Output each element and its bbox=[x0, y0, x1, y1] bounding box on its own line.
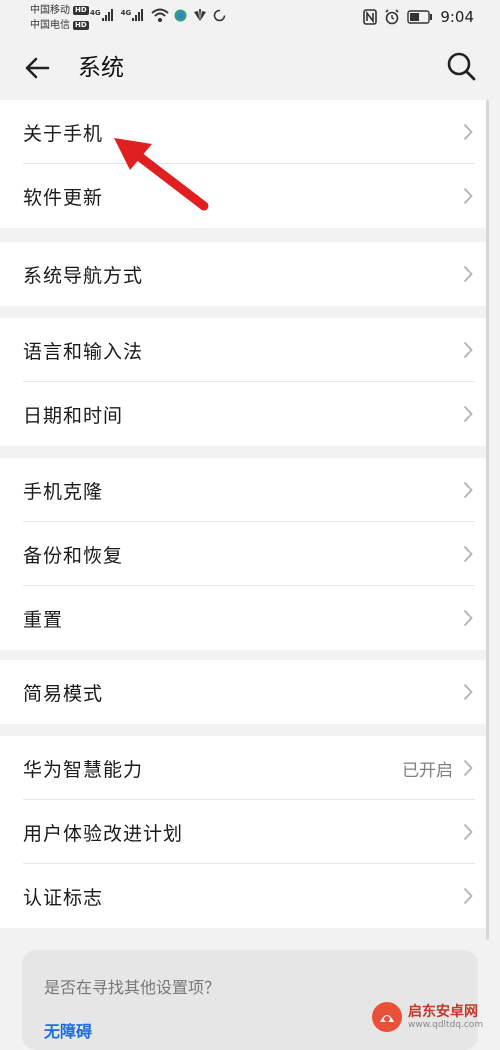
chevron-right-icon bbox=[463, 341, 473, 359]
status-right: 9:04 bbox=[363, 8, 474, 26]
settings-item-label: 华为智慧能力 bbox=[23, 758, 144, 781]
settings-item-label: 日期和时间 bbox=[23, 404, 124, 427]
settings-item[interactable]: 手机克隆 bbox=[0, 458, 487, 522]
status-bar: 中国移动 HD 中国电信 HD 4G 4G 9:04 bbox=[0, 0, 500, 36]
settings-item-value: 已开启 bbox=[402, 760, 453, 781]
chevron-right-icon bbox=[463, 123, 473, 141]
settings-item[interactable]: 备份和恢复 bbox=[0, 522, 487, 586]
chevron-right-icon bbox=[463, 887, 473, 905]
settings-item-label: 语言和输入法 bbox=[23, 340, 144, 363]
settings-item-label: 系统导航方式 bbox=[23, 264, 144, 287]
accessibility-link[interactable]: 无障碍 bbox=[44, 1018, 92, 1042]
sync-icon bbox=[214, 9, 226, 21]
back-arrow-icon[interactable] bbox=[20, 50, 56, 86]
battery-icon bbox=[407, 10, 433, 24]
settings-item-label: 关于手机 bbox=[23, 122, 104, 145]
watermark-url: www.qdltdq.com bbox=[408, 1020, 484, 1030]
annotation-arrow-icon bbox=[114, 138, 209, 211]
settings-item-label: 备份和恢复 bbox=[23, 544, 124, 567]
settings-group: 手机克隆备份和恢复重置 bbox=[0, 458, 487, 650]
app-header: 系统 bbox=[0, 36, 500, 100]
chevron-right-icon bbox=[463, 759, 473, 777]
chevron-right-icon bbox=[463, 265, 473, 283]
settings-item[interactable]: 认证标志 bbox=[0, 864, 487, 928]
page-title: 系统 bbox=[78, 55, 124, 81]
signal-icon-2: 4G bbox=[121, 9, 147, 21]
settings-item[interactable]: 语言和输入法 bbox=[0, 318, 487, 382]
network-icons: 4G 4G bbox=[90, 8, 226, 22]
chevron-right-icon bbox=[463, 545, 473, 563]
settings-item-label: 用户体验改进计划 bbox=[23, 822, 184, 845]
settings-item[interactable]: 软件更新 bbox=[0, 164, 487, 228]
settings-item-label: 简易模式 bbox=[23, 682, 104, 705]
carrier-2: 中国电信 bbox=[30, 20, 70, 31]
settings-item-label: 软件更新 bbox=[23, 186, 104, 209]
settings-item[interactable]: 系统导航方式 bbox=[0, 242, 487, 306]
settings-group: 系统导航方式 bbox=[0, 242, 487, 306]
carrier-info: 中国移动 HD 中国电信 HD bbox=[30, 3, 89, 33]
chevron-right-icon bbox=[463, 481, 473, 499]
wifi-icon bbox=[151, 8, 169, 22]
signal-icon-1: 4G bbox=[90, 9, 116, 21]
settings-group: 关于手机 软件更新 bbox=[0, 100, 487, 228]
settings-group: 简易模式 bbox=[0, 660, 487, 724]
settings-item[interactable]: 关于手机 bbox=[0, 100, 487, 164]
clock: 9:04 bbox=[440, 8, 474, 26]
settings-item-label: 重置 bbox=[23, 608, 64, 631]
settings-item[interactable]: 华为智慧能力 已开启 bbox=[0, 736, 487, 800]
settings-group: 语言和输入法 日期和时间 bbox=[0, 318, 487, 446]
huawei-icon bbox=[194, 9, 207, 21]
settings-item[interactable]: 用户体验改进计划 bbox=[0, 800, 487, 864]
chevron-right-icon bbox=[463, 609, 473, 627]
watermark-name: 启东安卓网 bbox=[408, 1004, 478, 1020]
scrollbar[interactable] bbox=[486, 100, 489, 940]
carrier-1: 中国移动 bbox=[30, 5, 70, 16]
settings-item-label: 认证标志 bbox=[23, 886, 104, 909]
chevron-right-icon bbox=[463, 405, 473, 423]
chevron-right-icon bbox=[463, 187, 473, 205]
watermark: 启东安卓网 www.qdltdq.com bbox=[370, 995, 500, 1039]
settings-group: 华为智慧能力 已开启用户体验改进计划 认证标志 bbox=[0, 736, 487, 928]
alarm-icon bbox=[385, 9, 399, 25]
settings-item[interactable]: 简易模式 bbox=[0, 660, 487, 724]
watermark-logo-icon bbox=[372, 1002, 402, 1032]
settings-item[interactable]: 重置 bbox=[0, 586, 487, 650]
suggestion-question: 是否在寻找其他设置项？ bbox=[44, 978, 221, 997]
chevron-right-icon bbox=[463, 683, 473, 701]
hd-badge-1: HD bbox=[73, 6, 89, 15]
settings-item-label: 手机克隆 bbox=[23, 480, 104, 503]
app-notification-icon bbox=[174, 9, 187, 21]
search-icon[interactable] bbox=[446, 51, 478, 83]
chevron-right-icon bbox=[463, 823, 473, 841]
nfc-icon bbox=[363, 9, 378, 25]
settings-item[interactable]: 日期和时间 bbox=[0, 382, 487, 446]
hd-badge-2: HD bbox=[73, 21, 89, 30]
